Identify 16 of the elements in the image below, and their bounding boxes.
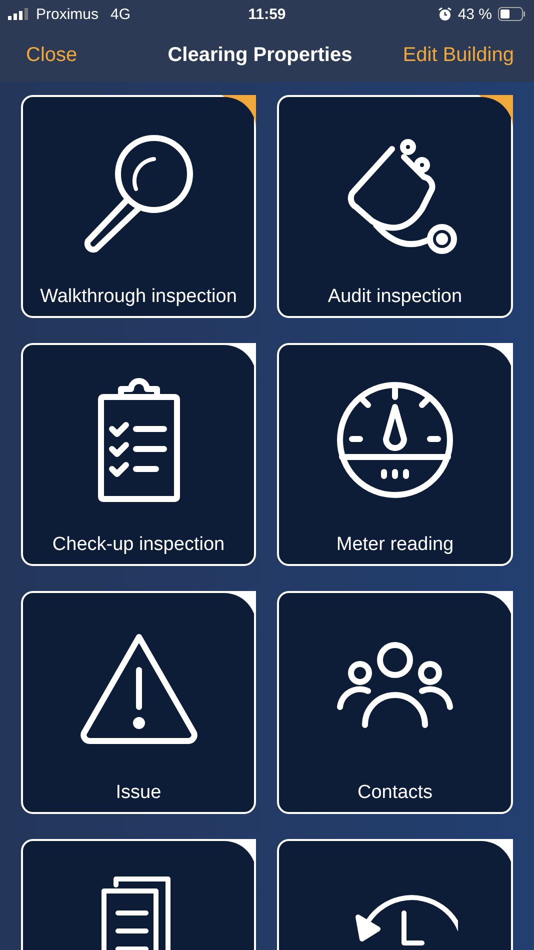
- menu-tile[interactable]: Walkthrough inspection: [21, 95, 256, 318]
- carrier-name: Proximus: [36, 6, 99, 22]
- close-button[interactable]: Close: [26, 44, 78, 66]
- signal-icon: [8, 8, 30, 20]
- edit-building-button[interactable]: Edit Building: [402, 44, 514, 66]
- menu-tile[interactable]: Issue: [21, 591, 256, 814]
- menu-tile[interactable]: Check-up inspection: [21, 343, 256, 566]
- alarm-icon: [438, 7, 452, 21]
- menu-tile[interactable]: Meter reading: [277, 343, 513, 566]
- battery-percent: 43 %: [458, 6, 492, 22]
- menu-tile[interactable]: Audit inspection: [277, 95, 513, 318]
- network-type: 4G: [110, 6, 131, 22]
- menu-tile[interactable]: Contacts: [277, 591, 513, 814]
- screen-title: Clearing Properties: [168, 44, 352, 66]
- clock-time: 11:59: [248, 6, 286, 22]
- battery-icon: [498, 7, 526, 21]
